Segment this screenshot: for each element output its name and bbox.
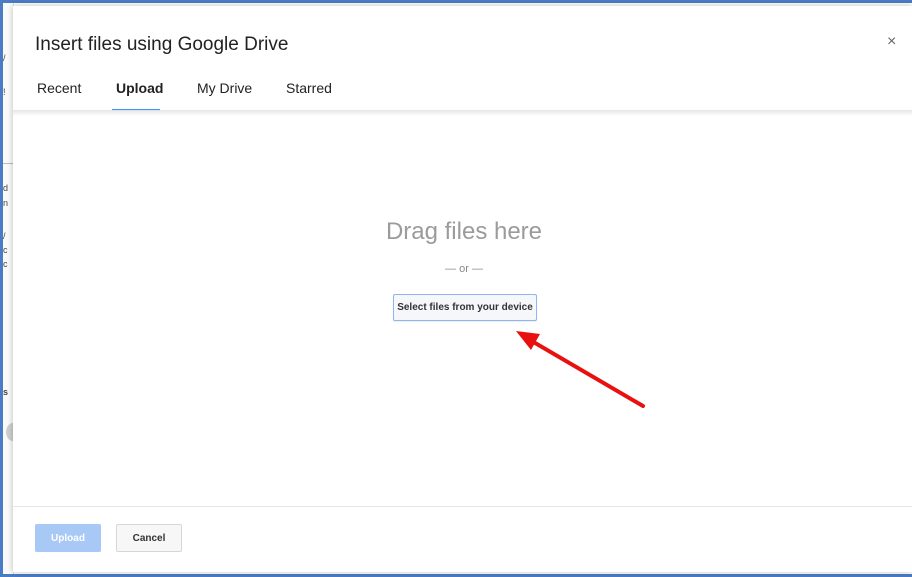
tab-starred[interactable]: Starred (286, 80, 332, 96)
background-text-fragment: / (3, 231, 6, 241)
insert-files-dialog: Insert files using Google Drive × Recent… (13, 6, 912, 572)
dialog-title: Insert files using Google Drive (35, 34, 289, 55)
background-text-fragment: c (3, 259, 8, 269)
background-text-fragment: ! (3, 87, 6, 97)
close-icon[interactable]: × (887, 33, 896, 51)
footer-divider (13, 506, 912, 507)
tab-bar: Recent Upload My Drive Starred (13, 74, 912, 111)
header-divider (13, 110, 912, 116)
background-text-fragment: s (3, 387, 9, 397)
background-text-fragment: c (3, 245, 8, 255)
tab-upload[interactable]: Upload (116, 80, 163, 96)
background-text-fragment: d (3, 183, 9, 193)
drop-zone-title: Drag files here (385, 218, 543, 245)
background-text-fragment: / (3, 53, 6, 63)
tab-recent[interactable]: Recent (37, 80, 81, 96)
tab-my-drive[interactable]: My Drive (197, 80, 252, 96)
background-divider (3, 163, 13, 164)
cancel-button[interactable]: Cancel (116, 524, 182, 552)
or-separator: — or — (445, 263, 483, 275)
select-files-button[interactable]: Select files from your device (393, 294, 537, 321)
background-text-fragment: n (3, 198, 9, 208)
upload-button[interactable]: Upload (35, 524, 101, 552)
